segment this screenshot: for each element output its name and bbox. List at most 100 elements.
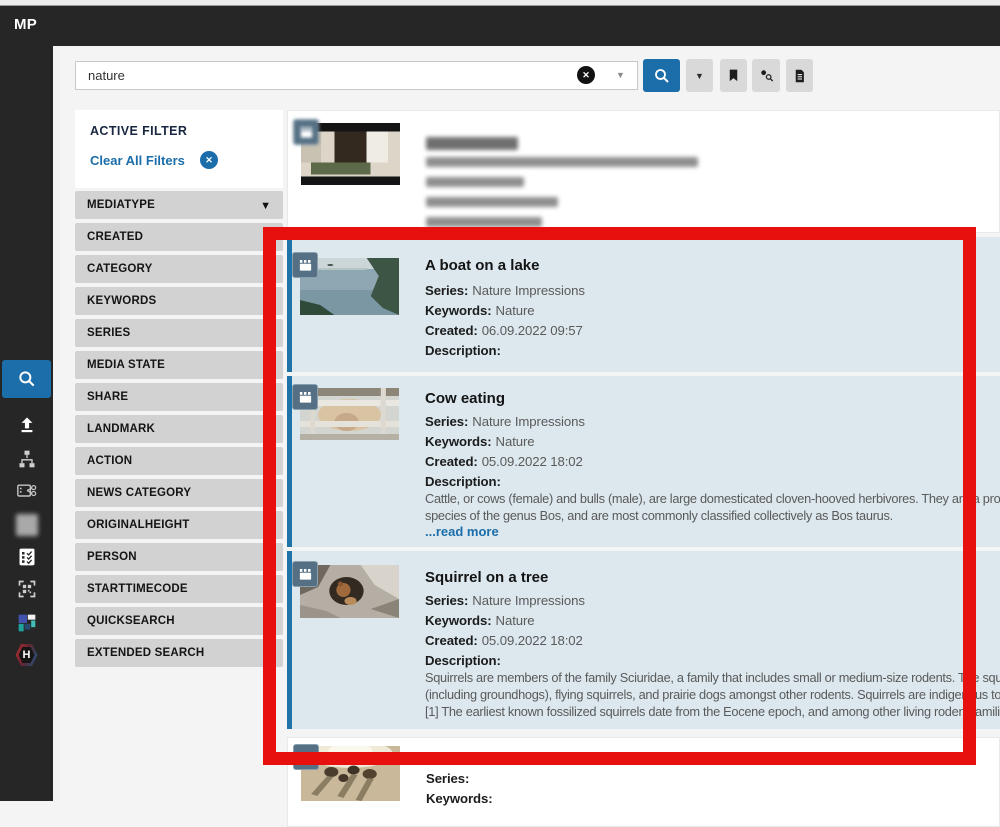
clear-all-filters-link[interactable]: Clear All Filters [90,153,185,168]
mosaic-icon [17,613,37,633]
chevron-down-icon [263,644,271,662]
description-text: species of the genus Bos, and are most c… [425,508,1000,523]
chevron-down-icon [263,292,271,310]
document-icon [792,68,807,84]
clear-search-icon[interactable] [577,66,595,84]
clear-all-filters-icon[interactable] [200,151,218,169]
filter-group-news-category[interactable]: NEWS CATEGORY [75,479,283,507]
result-title: A boat on a lake [425,257,539,274]
result-title: Cow eating [425,390,505,407]
media-cut-icon [16,481,38,501]
active-filter-title: ACTIVE FILTER [90,124,187,138]
filter-group-starttimecode[interactable]: STARTTIMECODE [75,575,283,603]
sidebar-item-workflow[interactable] [0,442,53,476]
description-label: Description: [425,653,501,668]
media-type-film-icon [292,252,318,278]
redacted-icon [16,514,38,536]
series-line: Series:Nature Impressions [425,593,585,608]
keywords-line: Keywords:Nature [425,434,535,449]
filter-group-media-state[interactable]: MEDIA STATE [75,351,283,379]
sidebar-item-upload[interactable] [0,408,53,442]
created-line: Created:06.09.2022 09:57 [425,323,583,338]
chevron-down-icon [263,388,271,406]
media-type-film-icon [292,384,318,410]
filter-group-share[interactable]: SHARE [75,383,283,411]
upload-icon [17,415,37,435]
filter-groups: MEDIATYPE CREATED CATEGORY KEYWORDS SERI… [75,191,283,671]
sidebar-item-h-logo[interactable]: H [0,638,53,672]
checklist-icon [17,547,37,567]
redacted-series-line [426,157,698,167]
filter-group-extended-search[interactable]: EXTENDED SEARCH [75,639,283,667]
keywords-line: Keywords: [426,791,497,806]
created-line: Created:05.09.2022 18:02 [425,633,583,648]
sidebar-item-search[interactable] [2,360,51,398]
filter-group-created[interactable]: CREATED [75,223,283,251]
search-button[interactable] [643,59,680,92]
search-icon [653,67,671,85]
bookmark-button[interactable] [720,59,747,92]
chevron-down-icon [263,324,271,342]
chevron-down-icon [263,612,271,630]
workflow-icon [17,449,37,469]
document-button[interactable] [786,59,813,92]
filter-group-quicksearch[interactable]: QUICKSEARCH [75,607,283,635]
keywords-line: Keywords:Nature [425,303,535,318]
filter-group-series[interactable]: SERIES [75,319,283,347]
chevron-down-icon [263,420,271,438]
description-text: [1] The earliest known fossilized squirr… [425,704,1000,719]
chevron-down-icon [263,260,271,278]
chevron-down-icon [263,548,271,566]
chevron-down-icon [263,516,271,534]
description-text: Cattle, or cows (female) and bulls (male… [425,491,1000,506]
result-row-cow[interactable]: Cow eating Series:Nature Impressions Key… [287,376,1000,547]
result-row-boat[interactable]: A boat on a lake Series:Nature Impressio… [287,237,1000,372]
filter-group-mediatype[interactable]: MEDIATYPE [75,191,283,219]
sidebar-item-collections[interactable] [0,606,53,640]
filter-group-keywords[interactable]: KEYWORDS [75,287,283,315]
filter-group-category[interactable]: CATEGORY [75,255,283,283]
media-type-film-icon [293,744,319,770]
search-options-dropdown-button[interactable] [686,59,713,92]
sidebar-item-tasks[interactable] [0,540,53,574]
filter-group-originalheight[interactable]: ORIGINALHEIGHT [75,511,283,539]
chevron-down-icon [263,580,271,598]
search-history-caret-icon[interactable] [616,70,625,80]
filter-group-action[interactable]: ACTION [75,447,283,475]
filter-group-person[interactable]: PERSON [75,543,283,571]
keywords-line: Keywords:Nature [425,613,535,628]
description-label: Description: [425,343,501,358]
media-portal-app: { "header": { "logo": "MP" }, "search": … [0,0,1000,801]
filter-group-landmark[interactable]: LANDMARK [75,415,283,443]
media-type-film-icon [292,561,318,587]
sidebar: H [0,46,53,801]
top-bar: MP [0,6,1000,46]
sidebar-item-redacted[interactable] [0,508,53,542]
description-text: (including groundhogs), flying squirrels… [425,687,1000,702]
chevron-down-icon [263,356,271,374]
result-row-partial[interactable]: Series: Keywords: Media State: Category:… [287,737,1000,827]
search-icon [17,369,37,389]
result-row-squirrel[interactable]: Squirrel on a tree Series:Nature Impress… [287,551,1000,729]
series-line: Series: [426,771,473,786]
result-title: Squirrel on a tree [425,569,548,586]
active-filter-panel: ACTIVE FILTER Clear All Filters [75,110,283,188]
chevron-down-icon [263,228,271,246]
user-search-button[interactable] [752,59,780,92]
search-input[interactable] [75,61,638,90]
sidebar-item-media-editing[interactable] [0,474,53,508]
chevron-down-icon [263,452,271,470]
bookmark-icon [726,68,741,83]
sidebar-item-qr-scan[interactable] [0,572,53,606]
qr-scan-icon [17,579,37,599]
read-more-link[interactable]: ...read more [425,524,499,539]
user-search-icon [758,67,774,85]
app-logo: MP [14,16,37,33]
redacted-description-line [426,217,542,227]
description-text: Squirrels are members of the family Sciu… [425,670,1000,685]
hexagon-h-icon: H [16,644,38,666]
created-line: Created:05.09.2022 18:02 [425,454,583,469]
result-row-redacted[interactable]: Media State: Category: 00:00:30 [287,110,1000,233]
series-line: Series:Nature Impressions [425,283,585,298]
chevron-down-icon [263,484,271,502]
